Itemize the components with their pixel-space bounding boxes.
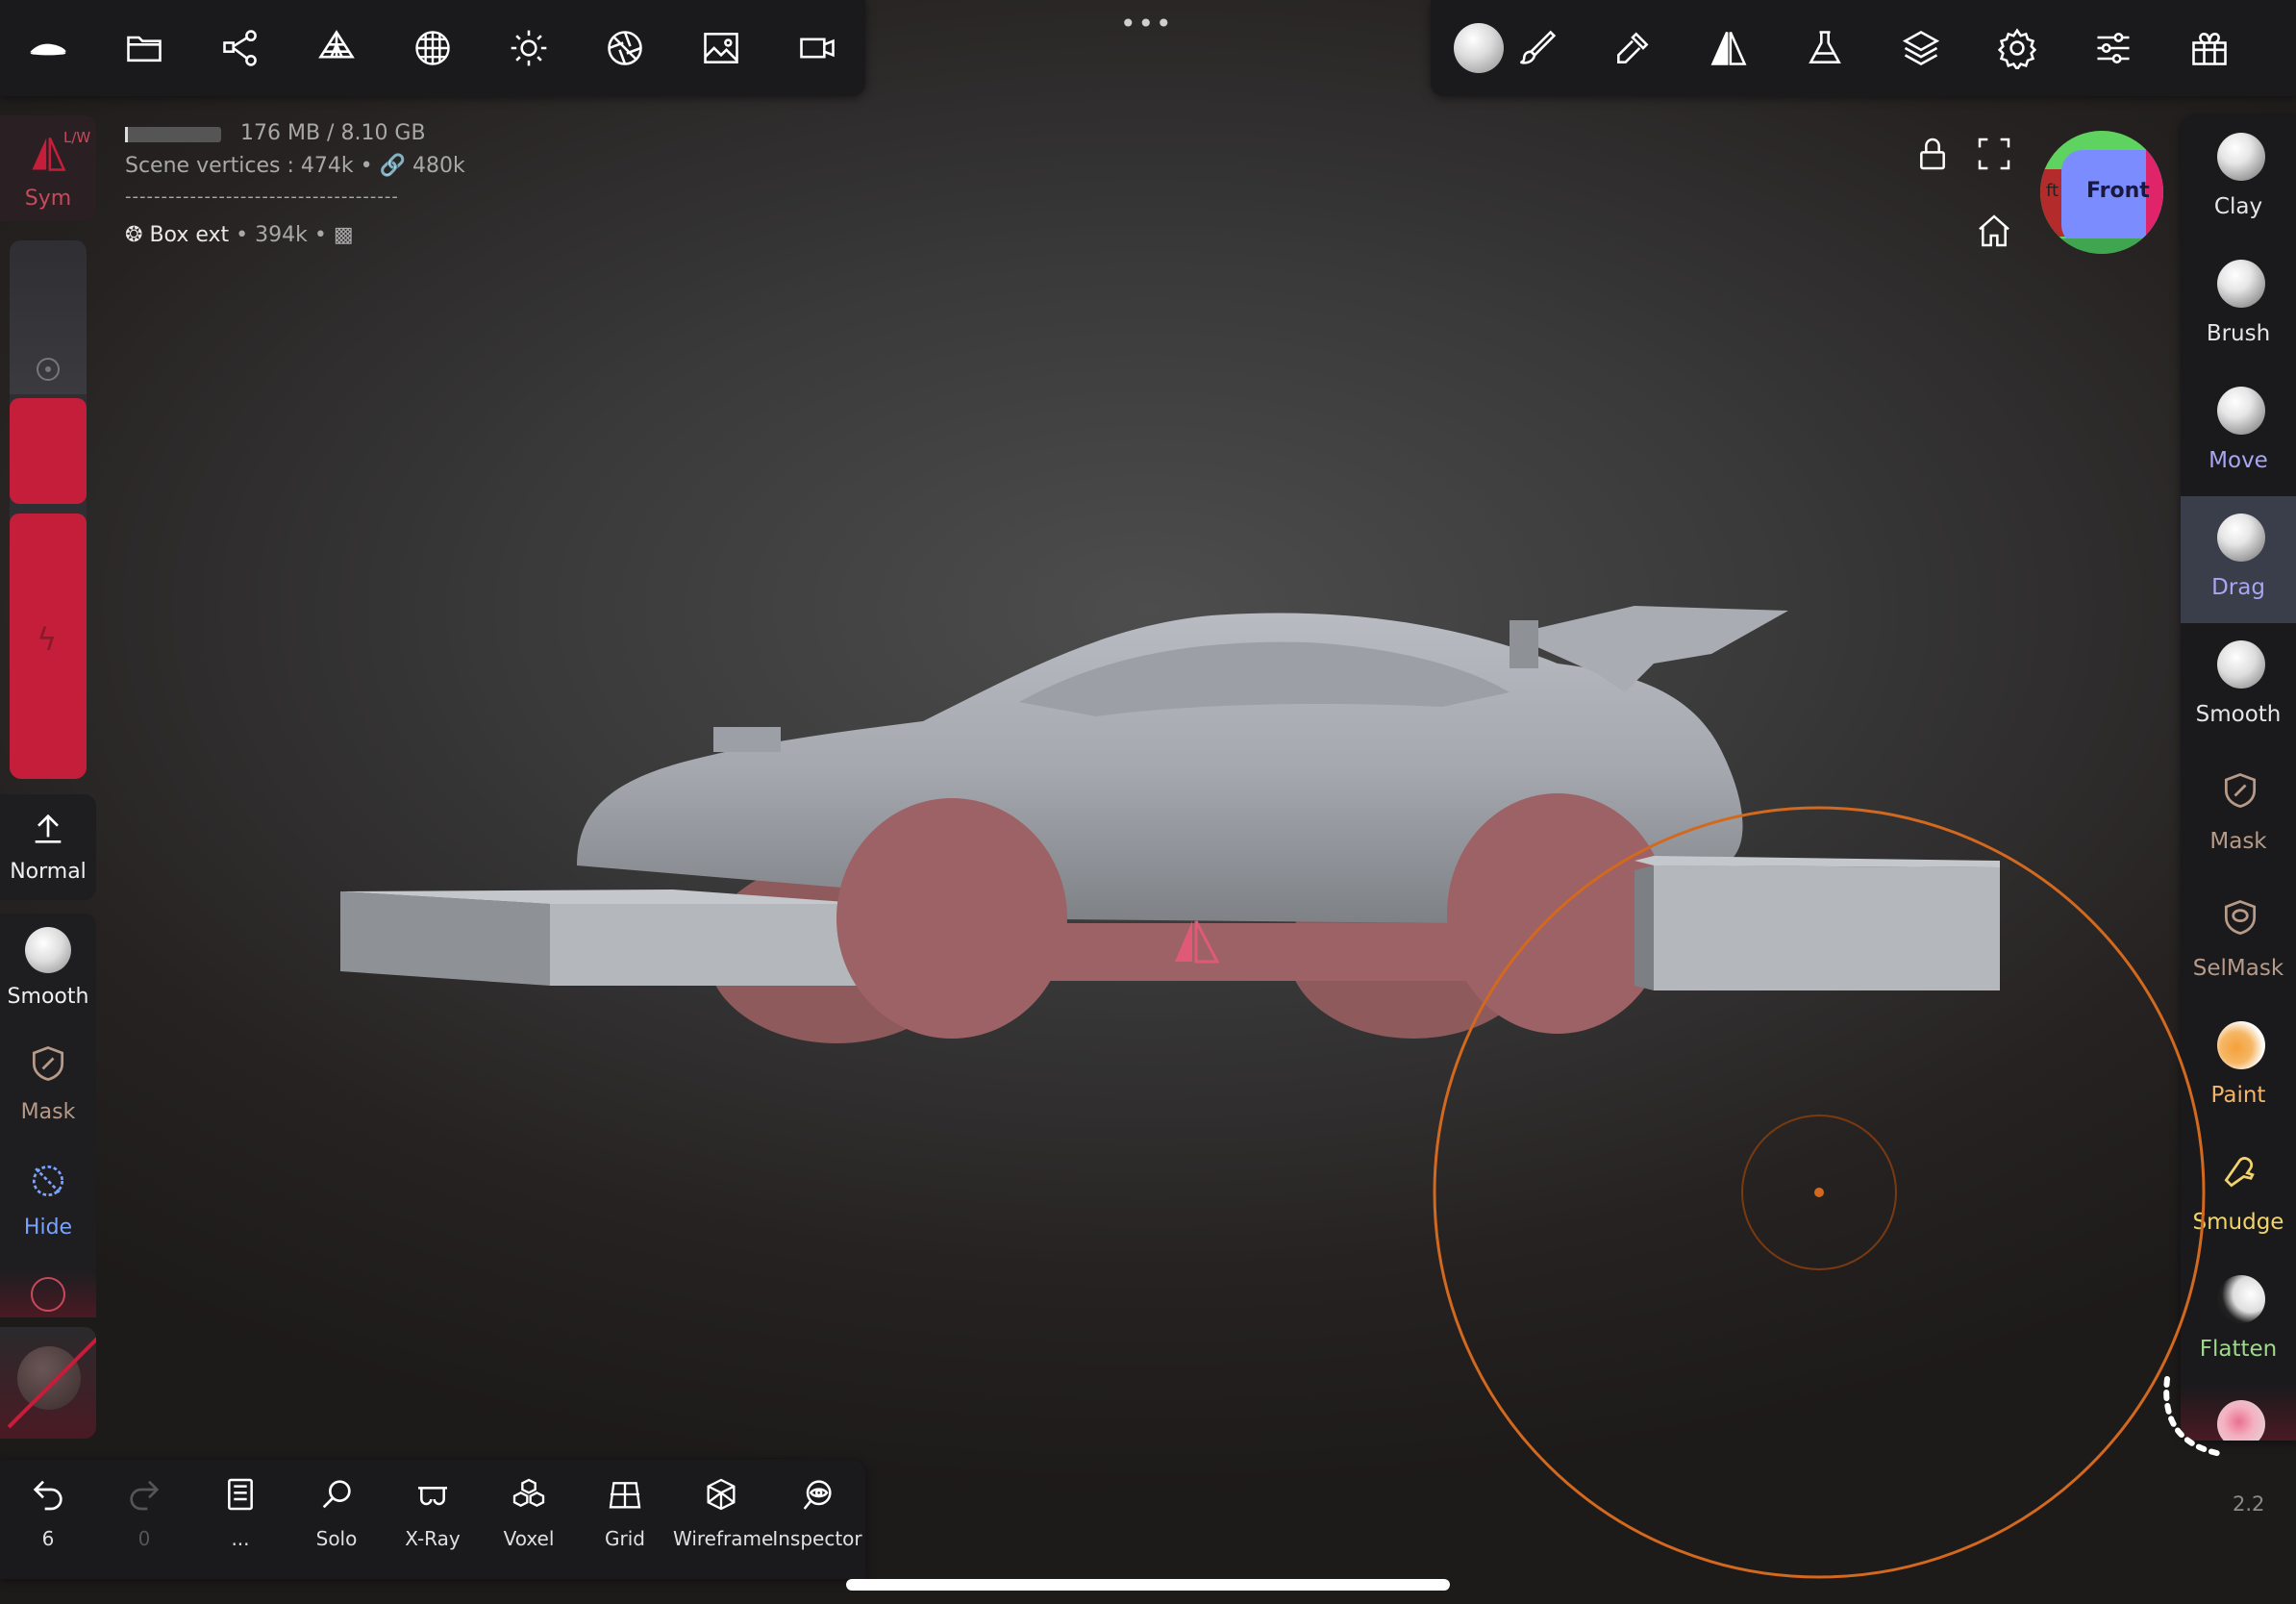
viewport[interactable]: [0, 0, 2296, 1604]
redo-count: 0: [137, 1527, 151, 1550]
undo-count: 6: [41, 1527, 55, 1550]
xray-button[interactable]: X-Ray: [385, 1467, 481, 1564]
solo-button[interactable]: Solo: [288, 1467, 385, 1564]
inspector-button[interactable]: Inspector: [769, 1467, 865, 1564]
home-indicator[interactable]: [846, 1579, 1450, 1591]
wireframe-button[interactable]: Wireframe: [673, 1467, 774, 1564]
grid-button[interactable]: Grid: [577, 1467, 673, 1564]
search-icon: [322, 1480, 351, 1509]
solo-label: Solo: [315, 1527, 358, 1550]
inspector-label: Inspector: [772, 1527, 862, 1550]
history-button[interactable]: ...: [192, 1467, 288, 1564]
grid-label: Grid: [605, 1527, 645, 1550]
wireframe-label: Wireframe: [673, 1527, 774, 1550]
history-more: ...: [231, 1527, 250, 1550]
undo-button[interactable]: 6: [0, 1467, 96, 1564]
wireframe-icon: [707, 1478, 736, 1511]
redo-button[interactable]: 0: [96, 1467, 192, 1564]
platform-right: [1635, 856, 2000, 990]
notebook-icon: [228, 1478, 253, 1511]
voxel-label: Voxel: [503, 1527, 555, 1550]
platform-left: [340, 890, 873, 986]
xray-label: X-Ray: [405, 1527, 461, 1550]
redo-icon: [130, 1480, 160, 1511]
inspector-eye-icon: [803, 1480, 832, 1510]
voxel-cubes-icon: [512, 1478, 545, 1507]
xray-glasses-icon: [418, 1487, 447, 1506]
undo-icon: [33, 1480, 62, 1511]
stroke-path-icon: [2163, 1376, 2224, 1457]
grid-icon: [609, 1482, 641, 1509]
voxel-button[interactable]: Voxel: [481, 1467, 577, 1564]
zoom-value: 2.2: [2233, 1492, 2265, 1516]
